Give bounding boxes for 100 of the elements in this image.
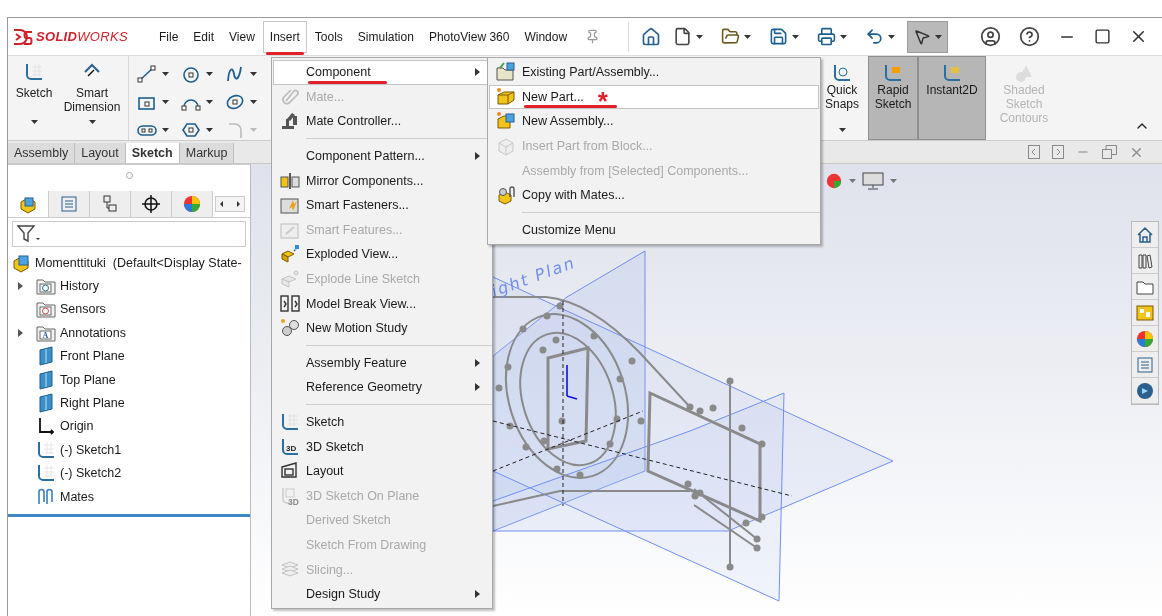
mirror-icon <box>280 170 300 191</box>
save-icon[interactable] <box>769 27 789 46</box>
origin-icon <box>36 416 56 437</box>
menu-item[interactable]: Copy with Mates... <box>489 182 819 208</box>
copy-mates-icon <box>496 185 516 206</box>
menu-item[interactable]: Mate Controller... <box>273 109 491 134</box>
menu-item[interactable]: Layout <box>273 458 491 484</box>
new-document-icon[interactable] <box>673 27 693 46</box>
tree-item[interactable]: Right Plane <box>8 391 250 415</box>
tree-item[interactable]: (-) Sketch1 <box>8 438 250 462</box>
menu-bar-item[interactable]: PhotoView 360 <box>421 20 517 53</box>
caret-icon[interactable] <box>250 100 257 104</box>
tree-item[interactable]: Mates <box>8 484 250 509</box>
pointer-icon <box>913 27 932 46</box>
command-tab[interactable]: Markup <box>179 143 235 163</box>
pin-icon[interactable] <box>585 29 601 44</box>
menu-bar-item[interactable]: Tools <box>307 20 350 53</box>
panel-tab[interactable] <box>131 191 172 217</box>
circle-icon[interactable] <box>181 65 201 83</box>
panel-right-icon[interactable] <box>1052 144 1064 159</box>
command-tab[interactable]: Assembly <box>8 143 76 163</box>
toggle-button[interactable]: Quick Snaps <box>820 56 864 140</box>
caret-icon[interactable] <box>30 120 38 124</box>
caret-icon[interactable] <box>935 34 943 39</box>
tool-button[interactable]: Sketch <box>8 56 60 140</box>
user-icon[interactable] <box>980 26 1001 47</box>
view-palette-icon[interactable] <box>1135 302 1155 323</box>
menu-item[interactable]: Customize Menu <box>489 217 819 243</box>
menu-item[interactable]: Component Pattern... <box>273 143 491 169</box>
expand-arrow-icon[interactable] <box>18 328 23 337</box>
caret-icon[interactable] <box>162 72 169 76</box>
tree-item[interactable]: Momenttituki (Default<Display State- <box>8 251 250 275</box>
tree-item[interactable]: Top Plane <box>8 367 250 392</box>
menu-bar-item[interactable]: Edit <box>186 20 222 53</box>
caret-icon[interactable] <box>162 128 169 132</box>
menu-item[interactable]: Smart Fasteners... <box>273 192 491 218</box>
filter-field[interactable] <box>12 221 246 247</box>
caret-icon[interactable] <box>696 34 704 39</box>
menu-item[interactable]: New Part... * <box>489 84 819 110</box>
menu-bar-item[interactable]: Insert <box>262 20 307 53</box>
tree-item[interactable]: (-) Sketch2 <box>8 461 250 485</box>
select-button[interactable] <box>907 20 949 53</box>
menu-bar-item[interactable]: View <box>222 20 262 53</box>
block-part-icon <box>496 136 516 157</box>
tree-item[interactable]: History <box>8 274 250 298</box>
home-icon[interactable] <box>641 26 662 47</box>
caret-icon[interactable] <box>888 34 896 39</box>
submenu-arrow-icon <box>475 383 480 392</box>
caret-icon[interactable] <box>206 128 213 132</box>
ellipse-icon[interactable] <box>225 93 245 111</box>
globe-icon[interactable] <box>1135 380 1155 401</box>
print-icon[interactable] <box>817 27 837 46</box>
tree-item[interactable]: Sensors <box>8 297 250 322</box>
menu-bar-item[interactable]: Window <box>517 20 575 53</box>
sensors-folder-icon <box>36 299 56 320</box>
menu-bar-item[interactable]: Simulation <box>350 20 421 53</box>
menu-item[interactable]: Design Study <box>273 581 491 607</box>
expand-arrow-icon[interactable] <box>18 282 23 291</box>
menu-item[interactable]: New Assembly... <box>489 109 819 134</box>
tree-item[interactable]: Origin <box>8 414 250 439</box>
menu-item[interactable]: New Motion Study <box>273 315 491 341</box>
maximize-icon[interactable] <box>1094 28 1111 45</box>
menu-item[interactable]: 3D 3D Sketch <box>273 434 491 459</box>
toggle-button[interactable]: Instant2D <box>918 56 986 140</box>
caret-icon[interactable] <box>206 72 213 76</box>
menu-item[interactable]: Exploded View... <box>273 242 491 267</box>
help-icon[interactable] <box>1019 26 1040 47</box>
caret-icon[interactable] <box>88 120 96 124</box>
menu-bar-item[interactable]: File <box>152 20 186 53</box>
tool-button[interactable]: Smart Dimension <box>60 56 124 140</box>
scroll-arrows-icon[interactable] <box>215 196 245 212</box>
caret-icon[interactable] <box>792 34 800 39</box>
spline-icon[interactable] <box>225 65 245 83</box>
menu-item[interactable]: Existing Part/Assembly... <box>489 60 819 85</box>
caret-icon[interactable] <box>744 34 752 39</box>
tree-item[interactable]: A Annotations <box>8 321 250 345</box>
open-folder-icon[interactable] <box>721 27 741 46</box>
menu-item[interactable]: Mirror Components... <box>273 168 491 193</box>
caret-icon[interactable] <box>250 72 257 76</box>
home-icon[interactable] <box>1135 224 1155 245</box>
caret-icon[interactable] <box>838 128 846 132</box>
menu-item[interactable]: Reference Geometry <box>273 375 491 400</box>
caret-icon[interactable] <box>162 100 169 104</box>
command-tab[interactable]: Layout <box>75 143 126 163</box>
menu-item[interactable]: Model Break View... <box>273 291 491 316</box>
tree-item[interactable]: Front Plane <box>8 344 250 368</box>
toggle-button[interactable]: Rapid Sketch <box>868 56 918 140</box>
command-tab[interactable]: Sketch <box>125 143 180 163</box>
appearance-icon[interactable] <box>1135 328 1155 349</box>
panel-left-icon[interactable] <box>1028 144 1040 159</box>
menu-item[interactable]: Assembly Feature <box>273 350 491 376</box>
undo-icon[interactable] <box>865 27 885 46</box>
polygon-icon[interactable] <box>181 121 201 139</box>
configuration-icon <box>100 194 120 214</box>
menu-item[interactable]: Sketch <box>273 409 491 435</box>
appearance-icon[interactable] <box>825 172 843 190</box>
caret-icon[interactable] <box>840 34 848 39</box>
caret-icon[interactable] <box>206 100 213 104</box>
line-icon[interactable] <box>137 65 157 83</box>
restore-icon[interactable] <box>1102 144 1117 159</box>
